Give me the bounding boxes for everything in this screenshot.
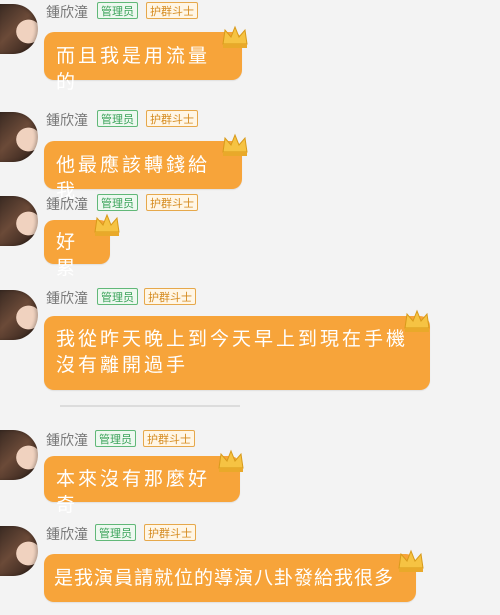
avatar[interactable] xyxy=(0,290,38,340)
admin-badge: 管理员 xyxy=(97,2,138,19)
fighter-badge: 护群斗士 xyxy=(144,288,196,305)
sender-name: 鍾欣潼 xyxy=(46,291,88,307)
crown-icon xyxy=(218,449,244,472)
sender-name: 鍾欣潼 xyxy=(46,113,88,129)
sender-name: 鍾欣潼 xyxy=(46,527,88,543)
crown-icon xyxy=(404,309,430,332)
crown-icon xyxy=(222,25,248,48)
message-bubble[interactable]: 我從昨天晚上到今天早上到現在手機沒有離開過手 xyxy=(44,316,430,390)
avatar[interactable] xyxy=(0,196,38,246)
sender-name: 鍾欣潼 xyxy=(46,197,88,213)
crown-icon xyxy=(94,213,120,236)
fighter-badge: 护群斗士 xyxy=(146,110,198,127)
admin-badge: 管理员 xyxy=(97,110,138,127)
crown-icon xyxy=(222,133,248,156)
fighter-badge: 护群斗士 xyxy=(146,194,198,211)
message-text: 本來沒有那麼好奇 xyxy=(56,468,211,516)
message-bubble[interactable]: 他最應該轉錢給我 xyxy=(44,141,242,202)
message-bubble[interactable]: 是我演員請就位的導演八卦發給我很多 xyxy=(44,554,416,602)
avatar[interactable] xyxy=(0,4,38,54)
divider xyxy=(60,405,240,407)
fighter-badge: 护群斗士 xyxy=(143,430,195,447)
message-text: 我從昨天晚上到今天早上到現在手機沒有離開過手 xyxy=(56,328,409,376)
admin-badge: 管理员 xyxy=(97,288,138,305)
avatar[interactable] xyxy=(0,526,38,576)
avatar[interactable] xyxy=(0,430,38,480)
avatar[interactable] xyxy=(0,112,38,162)
sender-name: 鍾欣潼 xyxy=(46,433,88,449)
crown-icon xyxy=(398,549,424,572)
fighter-badge: 护群斗士 xyxy=(146,2,198,19)
message-text: 是我演員請就位的導演八卦發給我很多 xyxy=(54,567,395,589)
admin-badge: 管理员 xyxy=(97,194,138,211)
message-bubble[interactable]: 而且我是用流量的 xyxy=(44,32,242,93)
sender-name: 鍾欣潼 xyxy=(46,5,88,21)
admin-badge: 管理员 xyxy=(95,430,136,447)
message-bubble[interactable]: 本來沒有那麼好奇 xyxy=(44,456,240,516)
fighter-badge: 护群斗士 xyxy=(144,524,196,541)
message-text: 而且我是用流量的 xyxy=(56,45,211,93)
admin-badge: 管理员 xyxy=(95,524,136,541)
message-text: 好累 xyxy=(56,231,79,279)
